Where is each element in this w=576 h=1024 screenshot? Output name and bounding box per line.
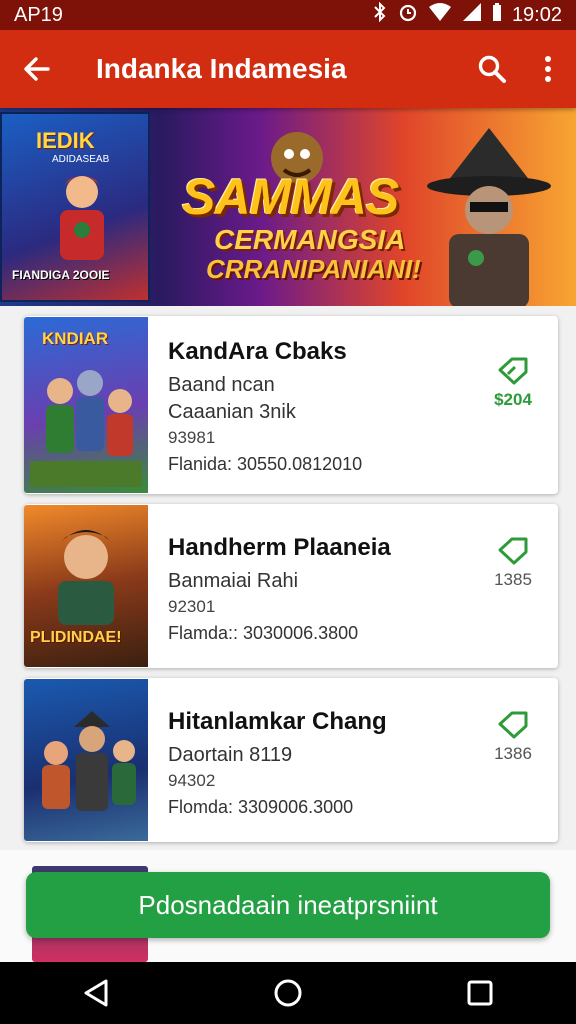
item-subtitle: Baand ncan [168, 374, 275, 396]
wizard-character-icon [427, 128, 551, 306]
back-button[interactable] [0, 30, 74, 108]
heroes-icon [42, 711, 136, 811]
item-thumbnail: PLIDINDAE! [24, 505, 148, 667]
app-bar: Indanka Indamesia [0, 30, 576, 108]
item-subtitle: Banmaiai Rahi [168, 570, 299, 592]
item-info: Hitanlamkar Chang Daortain 8119 94302 Fl… [148, 678, 468, 842]
system-nav-bar [0, 962, 576, 1024]
banner-line-3: CRRANIPANIANI! [206, 254, 421, 284]
status-bar: AP19 19:02 [0, 0, 576, 30]
banner-line-2: CERMANGSIA [214, 224, 406, 255]
banner-left-title: IEDIK [36, 128, 95, 153]
item-subtitle: Daortain 8119 [168, 744, 293, 766]
banner-headline: SAMMAS [182, 169, 399, 225]
banner-left-subtitle: ADIDASEAB [52, 154, 110, 165]
banner-left-caption: FIANDIGA 2OOIE [12, 268, 110, 282]
item-title: Hitanlamkar Chang [168, 708, 387, 735]
item-code: 93981 [168, 428, 216, 447]
more-vert-icon [545, 56, 551, 82]
circle-home-icon [274, 979, 302, 1007]
thumbnail-text: KNDIAR [42, 329, 109, 348]
bluetooth-icon [372, 1, 388, 28]
item-action[interactable]: 1385 [468, 504, 558, 668]
tag-icon [498, 711, 528, 739]
status-icons: 19:02 [372, 1, 562, 28]
tag-icon [498, 537, 528, 565]
item-meta: Flamda:: 3030006.3800 [168, 623, 359, 643]
wifi-icon [428, 2, 452, 28]
item-price: $204 [494, 390, 532, 409]
square-recents-icon [467, 980, 493, 1006]
triangle-back-icon [84, 979, 108, 1007]
item-subtitle-2: Caaanian 3nik [168, 401, 296, 423]
search-button[interactable] [464, 30, 520, 108]
item-meta: Flomda: 3309006.3000 [168, 797, 354, 817]
item-title: Handherm Plaaneia [168, 534, 391, 561]
arrow-back-icon [24, 57, 50, 81]
item-meta: Flanida: 30550.0812010 [168, 454, 363, 474]
item-price: 1385 [494, 570, 532, 589]
install-button[interactable]: Pdosnadaain ineatprsniint [26, 872, 550, 938]
search-icon [478, 55, 506, 83]
item-thumbnail [24, 679, 148, 841]
list-item[interactable]: Hitanlamkar Chang Daortain 8119 94302 Fl… [24, 678, 558, 842]
tag-icon [498, 357, 528, 385]
alarm-icon [398, 2, 418, 28]
list-item[interactable]: KNDIAR KandAra Cbaks Baand ncan Caaanian… [24, 316, 558, 494]
banner-left-artwork: IEDIK ADIDASEAB FIANDIGA 2OOIE [0, 112, 150, 302]
nav-recents-button[interactable] [450, 963, 510, 1023]
item-code: 92301 [168, 597, 216, 616]
heroes-icon [30, 370, 142, 487]
hero-portrait-icon [58, 530, 114, 625]
status-time: 19:02 [511, 3, 562, 26]
character-icon [60, 176, 104, 260]
signal-icon [462, 2, 482, 28]
nav-back-button[interactable] [66, 963, 126, 1023]
nav-home-button[interactable] [258, 963, 318, 1023]
list-item[interactable]: PLIDINDAE! Handherm Plaaneia Banmaiai Ra… [24, 504, 558, 668]
item-price: 1386 [494, 744, 532, 763]
promo-banner[interactable]: IEDIK ADIDASEAB FIANDIGA 2OOIE SAMMAS CE… [0, 108, 576, 306]
item-title: KandAra Cbaks [168, 338, 347, 365]
item-info: KandAra Cbaks Baand ncan Caaanian 3nik 9… [148, 316, 468, 494]
item-thumbnail: KNDIAR [24, 317, 148, 493]
overflow-menu-button[interactable] [520, 30, 576, 108]
item-code: 94302 [168, 771, 216, 790]
item-action[interactable]: $204 [468, 316, 558, 494]
item-info: Handherm Plaaneia Banmaiai Rahi 92301 Fl… [148, 504, 468, 668]
status-app-label: AP19 [14, 3, 63, 26]
item-action[interactable]: 1386 [468, 678, 558, 842]
thumbnail-text: PLIDINDAE! [30, 629, 122, 646]
battery-icon [492, 2, 502, 28]
page-title: Indanka Indamesia [96, 53, 347, 84]
